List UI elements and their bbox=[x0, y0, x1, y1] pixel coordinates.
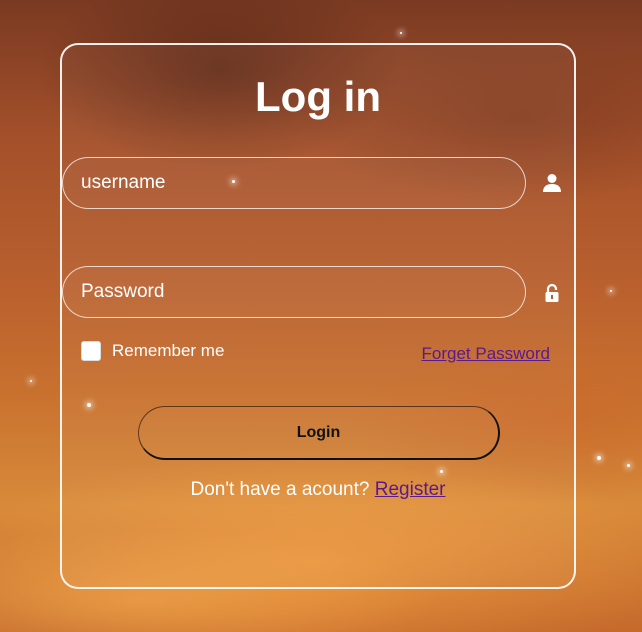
password-input[interactable] bbox=[63, 267, 525, 317]
remember-me-row: Remember me bbox=[81, 341, 224, 361]
user-icon bbox=[541, 172, 563, 194]
login-card: Log in Remember me Forget Password Login… bbox=[60, 43, 576, 589]
password-field-wrapper bbox=[62, 266, 526, 318]
login-button[interactable]: Login bbox=[138, 406, 500, 460]
remember-me-label: Remember me bbox=[112, 341, 225, 360]
username-input[interactable] bbox=[63, 158, 525, 208]
register-link[interactable]: Register bbox=[375, 479, 446, 500]
username-field-wrapper bbox=[62, 157, 526, 209]
remember-me-checkbox[interactable] bbox=[81, 341, 101, 361]
register-prompt-text: Don't have a acount? bbox=[190, 479, 370, 500]
star bbox=[400, 32, 402, 34]
register-prompt: Don't have a acount? Register bbox=[62, 479, 574, 501]
star bbox=[610, 290, 612, 292]
star bbox=[627, 464, 630, 467]
page-title: Log in bbox=[255, 73, 381, 120]
star bbox=[597, 456, 601, 460]
star bbox=[30, 380, 32, 382]
forgot-password-link[interactable]: Forget Password bbox=[422, 344, 551, 364]
lock-icon bbox=[541, 282, 563, 304]
